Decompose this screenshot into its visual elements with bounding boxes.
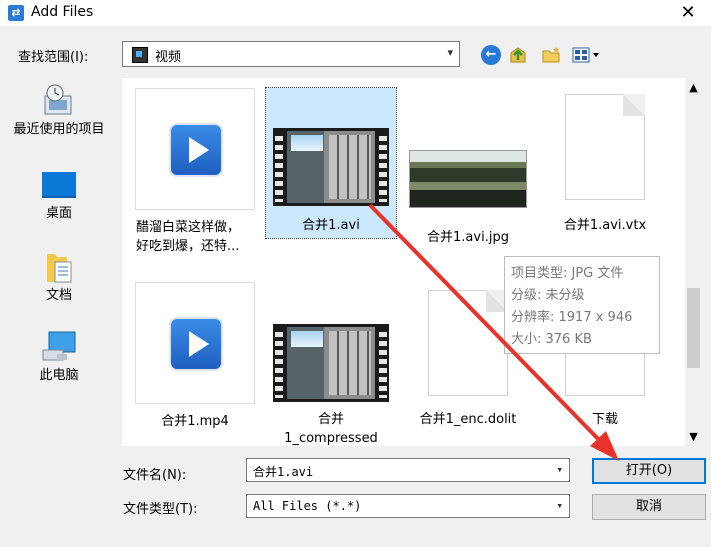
file-name: 合并1.avi.jpg	[427, 230, 509, 245]
document-icon	[565, 94, 645, 200]
this-pc-icon	[42, 331, 76, 361]
file-info-tooltip: 项目类型: JPG 文件 分级: 未分级 分辨率: 1917 x 946 大小:…	[504, 256, 660, 354]
desktop-icon	[42, 172, 76, 198]
chevron-down-icon[interactable]: ▾	[556, 463, 563, 476]
file-name-input[interactable]: 合并1.avi ▾	[246, 458, 570, 482]
file-item[interactable]: 合并1.avi.jpg	[403, 88, 533, 247]
documents-icon	[47, 254, 72, 283]
file-type-value: All Files (*.*)	[253, 499, 362, 513]
new-folder-icon[interactable]	[541, 45, 561, 65]
file-item[interactable]: 醋溜白菜这样做， 好吃到爆，还特...	[130, 88, 260, 256]
file-name: 合并1.mp4	[161, 414, 229, 429]
file-name-line: 好吃到爆，还特...	[136, 239, 240, 254]
file-item[interactable]: 合并 1_compressed	[266, 282, 396, 446]
file-name: 合并1.avi	[302, 218, 360, 233]
title-bar: ⇄ Add Files ✕	[0, 0, 711, 26]
scroll-down-icon[interactable]: ▼	[685, 430, 702, 443]
look-in-label: 查找范围(I):	[18, 50, 89, 65]
file-name-value: 合并1.avi	[253, 465, 314, 479]
document-icon	[428, 290, 508, 396]
close-icon[interactable]: ✕	[673, 1, 703, 25]
view-menu-icon[interactable]	[572, 45, 604, 65]
play-icon	[169, 317, 223, 371]
file-type-dropdown[interactable]: All Files (*.*) ▾	[246, 494, 570, 518]
tooltip-rating: 分级: 未分级	[511, 288, 585, 303]
scroll-up-icon[interactable]: ▲	[685, 81, 702, 94]
place-label: 此电脑	[39, 368, 79, 383]
open-button[interactable]: 打开(O)	[592, 458, 706, 484]
file-name-line: 1_compressed	[284, 431, 378, 446]
file-item-selected[interactable]: 合并1.avi	[265, 87, 397, 239]
file-name: 合并1_enc.dolit	[419, 412, 517, 427]
image-thumbnail	[409, 150, 527, 208]
file-name-line: 醋溜白菜这样做，	[136, 220, 241, 235]
video-file-thumbnail	[135, 282, 255, 404]
up-folder-icon[interactable]	[508, 45, 528, 65]
file-name: 合并1.avi.vtx	[563, 218, 647, 233]
recent-items-icon	[44, 84, 72, 115]
tooltip-type: 项目类型: JPG 文件	[511, 266, 624, 281]
window-title: Add Files	[31, 4, 94, 20]
file-type-label: 文件类型(T):	[123, 502, 198, 517]
back-icon[interactable]: ←	[481, 45, 501, 65]
file-name-line: 合并	[317, 412, 344, 427]
look-in-value: 视频	[155, 50, 182, 65]
tooltip-size: 大小: 376 KB	[511, 332, 592, 347]
video-thumbnail	[273, 128, 389, 206]
look-in-dropdown[interactable]: 视频 ▾	[122, 41, 460, 67]
place-desktop[interactable]: 桌面	[0, 168, 118, 221]
place-recent-items[interactable]: 最近使用的项目	[0, 84, 118, 137]
place-this-pc[interactable]: 此电脑	[0, 330, 118, 383]
file-item[interactable]: 合并1.mp4	[130, 282, 260, 431]
chevron-down-icon: ▾	[447, 46, 453, 59]
tooltip-resolution: 分辨率: 1917 x 946	[511, 310, 633, 325]
play-icon	[169, 123, 223, 177]
scrollbar-thumb[interactable]	[687, 288, 700, 368]
chevron-down-icon: ▾	[556, 499, 563, 512]
video-folder-icon	[132, 47, 148, 63]
place-documents[interactable]: 文档	[0, 250, 118, 303]
app-icon: ⇄	[8, 5, 24, 21]
file-name-label: 文件名(N):	[123, 468, 187, 483]
file-item[interactable]: 合并1.avi.vtx	[540, 88, 670, 235]
place-label: 桌面	[45, 206, 72, 221]
place-label: 文档	[45, 288, 72, 303]
video-thumbnail	[273, 324, 389, 402]
cancel-button[interactable]: 取消	[592, 494, 706, 520]
vertical-scrollbar[interactable]: ▲ ▼	[685, 78, 702, 446]
video-file-thumbnail	[135, 88, 255, 210]
file-name: 下载	[591, 412, 618, 427]
place-label: 最近使用的项目	[13, 122, 105, 137]
places-bar: 最近使用的项目 桌面 文档 此电脑	[0, 78, 120, 478]
